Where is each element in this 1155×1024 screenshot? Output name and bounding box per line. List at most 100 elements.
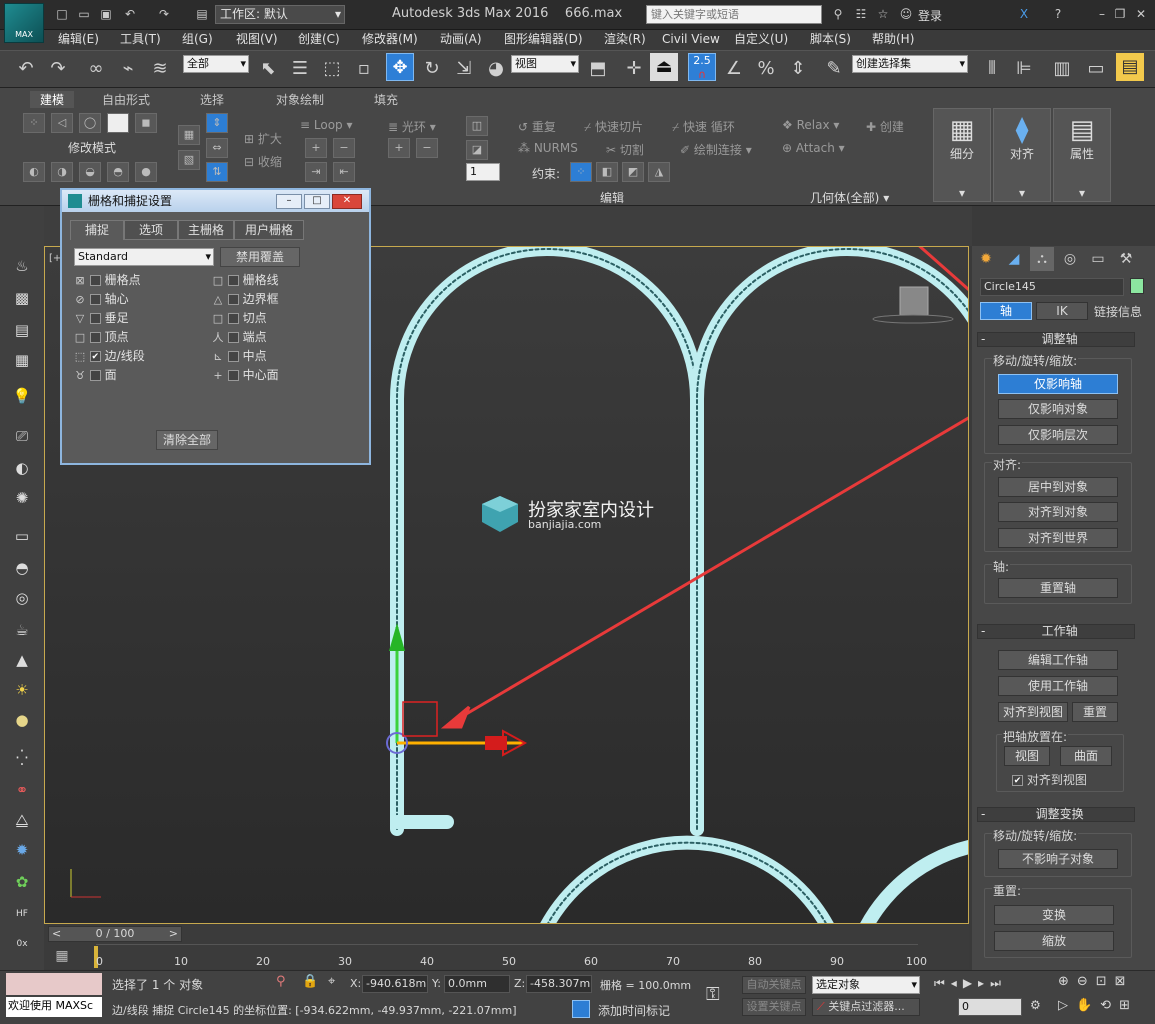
dialog-close-icon[interactable]: ✕ [332, 194, 362, 209]
loop-plus-icon[interactable]: + [305, 138, 327, 158]
snap-midpoint-checkbox[interactable] [227, 351, 239, 362]
link-info-tab[interactable]: 链接信息 [1094, 303, 1142, 320]
snap-vertex[interactable]: □ 顶点 [74, 329, 129, 345]
constraint-count-input[interactable]: 1 [466, 163, 500, 181]
snap-midpoint[interactable]: ⊾ 中点 [212, 348, 266, 364]
align-to-view-button[interactable]: 对齐到视图 [998, 702, 1068, 722]
constraint-edge-icon[interactable]: ◧ [596, 162, 618, 182]
bind-spacewarp-icon[interactable]: ≋ [146, 55, 174, 83]
object-color-swatch[interactable] [1130, 278, 1144, 294]
quickslice-button[interactable]: ⌿ 快速切片 [584, 118, 643, 135]
nav-pan-icons[interactable]: ▷✋⟲⊞ [1058, 998, 1138, 1013]
torus-icon[interactable]: ◎ [10, 586, 34, 610]
binoculars-icon[interactable]: ⚲ [830, 6, 846, 22]
geosphere-icon[interactable]: ✹ [10, 838, 34, 862]
snap-preset-dropdown[interactable]: Standard ▾ [74, 248, 214, 266]
pivot-center-icon[interactable]: ⬒ [584, 55, 612, 83]
hf-icon[interactable]: HF [10, 902, 34, 926]
sel-icon-4[interactable]: ⇔ [206, 138, 228, 158]
ik-tab[interactable]: IK [1036, 302, 1088, 320]
render-setup-icon[interactable]: ▩ [10, 286, 34, 310]
snap-center-face[interactable]: + 中心面 [212, 367, 278, 383]
auto-key-button[interactable]: 自动关键点 [742, 976, 806, 994]
help-icon[interactable]: ? [1050, 6, 1066, 22]
sphere-icon[interactable]: ● [10, 708, 34, 732]
constraint-none-icon[interactable]: ⁘ [570, 162, 592, 182]
snap-grid-lines[interactable]: □ 栅格线 [212, 272, 279, 288]
mod-icon-1[interactable]: ◐ [23, 162, 45, 182]
spinner-snap-icon[interactable]: ⇕ [784, 55, 812, 83]
edit-icon-1[interactable]: ◫ [466, 116, 488, 136]
center-to-object-button[interactable]: 居中到对象 [998, 477, 1118, 497]
key-selection-dropdown[interactable]: 选定对象 ▾ [812, 976, 920, 994]
adjust-pivot-rollout[interactable]: - 调整轴 [977, 332, 1135, 347]
create-button[interactable]: ✚ 创建 [866, 118, 904, 135]
light-icon[interactable]: 💡 [10, 384, 34, 408]
edit-working-pivot-button[interactable]: 编辑工作轴 [998, 650, 1118, 670]
snap-pivot[interactable]: ⊘ 轴心 [74, 291, 128, 307]
window-crossing-icon[interactable]: ▫ [350, 55, 378, 83]
quickloop-button[interactable]: ⌿ 快速 循环 [672, 118, 735, 135]
place-view-button[interactable]: 视图 [1004, 746, 1050, 766]
ox-icon[interactable]: 0x [10, 932, 34, 956]
sel-icon-3[interactable]: ▧ [178, 150, 200, 170]
align-panel[interactable]: ⧫ 对齐 ▾ [993, 108, 1051, 202]
snap-tangent-checkbox[interactable] [227, 313, 239, 324]
maxscript-mini-listener[interactable]: 欢迎使用 MAXSc [6, 997, 102, 1017]
loop-shift-icon[interactable]: ⇥ [305, 162, 327, 182]
tab-options[interactable]: 选项 [124, 220, 178, 240]
select-scale-icon[interactable]: ⇲ [450, 55, 478, 83]
display-panel-icon[interactable]: ▭ [1086, 247, 1110, 271]
ribbon-tab-object-paint[interactable]: 对象绘制 [276, 91, 324, 108]
border-icon[interactable]: ◯ [79, 113, 101, 133]
timeline-icon[interactable]: ▦ [52, 948, 72, 966]
camera-icon[interactable]: ⎚ [10, 424, 34, 448]
login-link[interactable]: 登录 [918, 7, 942, 24]
favorites-star-icon[interactable]: ☆ [875, 6, 891, 22]
sun-icon[interactable]: ☀ [10, 678, 34, 702]
percent-snap-icon[interactable]: % [752, 55, 780, 83]
affect-hierarchy-only-button[interactable]: 仅影响层次 [998, 425, 1118, 445]
ribbon-tab-selection[interactable]: 选择 [200, 91, 224, 108]
communication-center-icon[interactable]: ☷ [853, 6, 869, 22]
foliage-icon[interactable]: ✿ [10, 870, 34, 894]
snap-edge-segment[interactable]: ⬚ ✔ 边/线段 [74, 348, 145, 364]
redo-icon[interactable]: ↷ [156, 6, 172, 22]
geometry-group-label[interactable]: 几何体(全部) ▾ [810, 189, 889, 206]
clear-all-button[interactable]: 清除全部 [156, 430, 218, 450]
dots-icon[interactable]: ⁛ [10, 746, 34, 770]
z-coordinate-input[interactable]: -458.307m [526, 975, 592, 993]
teapot2-icon[interactable]: ☕ [10, 618, 34, 642]
align-to-world-button[interactable]: 对齐到世界 [998, 528, 1118, 548]
x-coordinate-input[interactable]: -940.618m [362, 975, 428, 993]
app-logo-button[interactable]: MAX [4, 3, 44, 43]
mod-icon-5[interactable]: ● [135, 162, 157, 182]
ribbon-toggle-icon[interactable]: ▭ [1082, 55, 1110, 83]
polygon-icon[interactable] [107, 113, 129, 133]
curve-editor-icon[interactable]: ▤ [1116, 53, 1144, 81]
layer-explorer-icon[interactable]: ▥ [1048, 55, 1076, 83]
user-icon[interactable]: ☺ [898, 6, 914, 22]
menu-civil-view[interactable]: Civil View [662, 30, 720, 48]
place-surface-button[interactable]: 曲面 [1060, 746, 1112, 766]
reset-scale-button[interactable]: 缩放 [994, 931, 1114, 951]
snap-tangent[interactable]: □ 切点 [212, 310, 267, 326]
working-pivot-rollout[interactable]: - 工作轴 [977, 624, 1135, 639]
override-off-button[interactable]: 禁用覆盖 [220, 247, 300, 267]
modify-panel-icon[interactable]: ◢ [1002, 247, 1026, 271]
snap-vertex-checkbox[interactable] [89, 332, 101, 343]
save-icon[interactable]: ▣ [98, 6, 114, 22]
close-icon[interactable]: ✕ [1133, 6, 1149, 22]
edit-named-selection-icon[interactable]: ✎ [820, 55, 848, 83]
cone-icon[interactable]: ▲ [10, 648, 34, 672]
loop-shift2-icon[interactable]: ⇤ [333, 162, 355, 182]
menu-help[interactable]: 帮助(H) [872, 30, 914, 48]
menu-scripting[interactable]: 脚本(S) [810, 30, 851, 48]
snap-perpendicular-checkbox[interactable] [89, 313, 101, 324]
teapot-icon[interactable]: ♨ [10, 254, 34, 278]
pivot-tab[interactable]: 轴 [980, 302, 1032, 320]
sphere-half-icon[interactable]: ◐ [10, 456, 34, 480]
menu-customize[interactable]: 自定义(U) [734, 30, 788, 48]
grow-label[interactable]: ⊞ 扩大 [244, 130, 282, 147]
pyramid-icon[interactable]: ⧋ [10, 808, 34, 832]
